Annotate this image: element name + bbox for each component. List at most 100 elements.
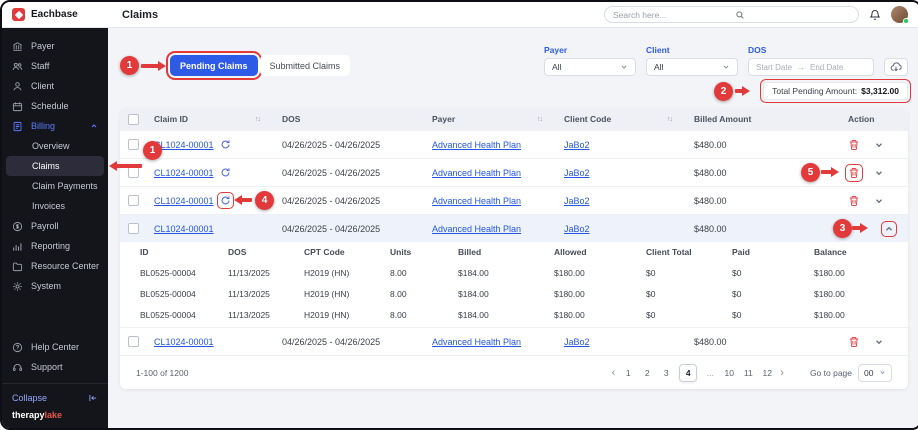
refresh-icon[interactable]: [220, 139, 231, 150]
sort-icon[interactable]: ↑↓: [537, 116, 542, 123]
chevron-down-icon: [879, 369, 886, 376]
payer-filter-select[interactable]: All: [544, 58, 636, 76]
client-filter-select[interactable]: All: [646, 58, 738, 76]
client-code-link[interactable]: JaBo2: [564, 337, 590, 347]
client-code-link[interactable]: JaBo2: [564, 224, 590, 234]
page-number[interactable]: 2: [641, 368, 653, 378]
payroll-icon: [12, 221, 24, 232]
sidebar-item-system[interactable]: System: [2, 276, 108, 296]
row-checkbox[interactable]: [128, 336, 139, 347]
user-avatar[interactable]: [891, 6, 908, 23]
claims-tabbar: Pending Claims Submitted Claims: [170, 55, 350, 76]
payer-link[interactable]: Advanced Health Plan: [432, 224, 521, 234]
refresh-icon[interactable]: [220, 195, 231, 206]
dos-date-range-input[interactable]: Start Date → End Date: [748, 58, 874, 76]
page-number[interactable]: 1: [622, 368, 634, 378]
help-icon: [12, 342, 24, 353]
calendar-icon: [12, 101, 24, 112]
sidebar-item-overview[interactable]: Overview: [2, 136, 108, 156]
row-checkbox[interactable]: [128, 167, 139, 178]
sort-icon[interactable]: ↑↓: [255, 116, 260, 123]
staff-icon: [12, 61, 24, 72]
sidebar-item-reporting[interactable]: Reporting: [2, 236, 108, 256]
sidebar-item-claim-payments[interactable]: Claim Payments: [2, 176, 108, 196]
row-checkbox[interactable]: [128, 195, 139, 206]
delete-button[interactable]: [848, 195, 860, 207]
payer-link[interactable]: Advanced Health Plan: [432, 196, 521, 206]
claim-id-link[interactable]: CL1024-00001: [154, 196, 214, 206]
payer-filter-group: Payer All: [544, 45, 636, 76]
table-row: CL1024-00001 04/26/2025 - 04/26/2025 Adv…: [120, 327, 908, 355]
sidebar-item-payer[interactable]: Payer: [2, 36, 108, 56]
page-number[interactable]: 10: [723, 368, 735, 378]
trash-icon: [848, 167, 860, 179]
delete-button[interactable]: [848, 336, 860, 348]
claims-table: Claim ID ↑↓ DOS Payer ↑↓ Client Code ↑↓ …: [120, 108, 908, 389]
client-code-link[interactable]: JaBo2: [564, 168, 590, 178]
page-number[interactable]: 11: [742, 368, 754, 378]
prev-page-button[interactable]: ‹: [612, 367, 616, 379]
row-checkbox[interactable]: [128, 139, 139, 150]
expand-row-button[interactable]: [874, 337, 884, 347]
client-code-link[interactable]: JaBo2: [564, 196, 590, 206]
expand-row-button[interactable]: [874, 140, 884, 150]
sub-table-row: BL0525-0000411/13/2025 H2019 (HN)8.00 $1…: [140, 304, 908, 325]
tab-pending-claims[interactable]: Pending Claims: [170, 55, 258, 76]
sidebar-item-support[interactable]: Support: [2, 357, 108, 377]
main-content: Pending Claims Submitted Claims Payer Al…: [108, 28, 918, 428]
select-all-checkbox[interactable]: [128, 114, 139, 125]
headset-icon: [12, 362, 24, 373]
page-title: Claims: [108, 9, 158, 21]
sub-table-row: BL0525-0000411/13/2025 H2019 (HN)8.00 $1…: [140, 262, 908, 283]
expanded-claim-details: ID DOS CPT Code Units Billed Allowed Cli…: [120, 242, 908, 327]
collapse-sidebar-button[interactable]: Collapse: [2, 388, 108, 408]
page-number[interactable]: 3: [660, 368, 672, 378]
sidebar-item-resource-center[interactable]: Resource Center: [2, 256, 108, 276]
sidebar-item-schedule[interactable]: Schedule: [2, 96, 108, 116]
payer-link[interactable]: Advanced Health Plan: [432, 337, 521, 347]
sidebar-item-claims[interactable]: Claims: [6, 156, 104, 176]
page-ellipsis: ...: [704, 368, 716, 378]
next-page-button[interactable]: ›: [780, 367, 784, 379]
search-input[interactable]: Search here...: [604, 6, 859, 23]
total-pending-value: $3,312.00: [861, 86, 899, 96]
tab-submitted-claims[interactable]: Submitted Claims: [260, 55, 351, 76]
payer-link[interactable]: Advanced Health Plan: [432, 140, 521, 150]
refresh-icon[interactable]: [220, 167, 231, 178]
sidebar-item-client[interactable]: Client: [2, 76, 108, 96]
page-number-active[interactable]: 4: [679, 364, 697, 382]
payer-link[interactable]: Advanced Health Plan: [432, 168, 521, 178]
claim-id-link[interactable]: CL1024-00001: [154, 168, 214, 178]
online-status-dot: [903, 18, 909, 24]
expand-row-button[interactable]: [874, 168, 884, 178]
sidebar-item-invoices[interactable]: Invoices: [2, 196, 108, 216]
result-range: 1-100 of 1200: [136, 368, 188, 378]
sidebar-item-billing[interactable]: Billing: [2, 116, 108, 136]
page-number[interactable]: 12: [761, 368, 773, 378]
row-checkbox[interactable]: [128, 223, 139, 234]
goto-page-select[interactable]: 00: [858, 364, 892, 382]
topbar: Eachbase Claims Search here...: [2, 2, 918, 28]
export-download-button[interactable]: [884, 58, 908, 76]
chevron-down-icon: [874, 140, 884, 150]
sidebar-item-payroll[interactable]: Payroll: [2, 216, 108, 236]
claim-id-link[interactable]: CL1024-00001: [154, 224, 214, 234]
sidebar-item-staff[interactable]: Staff: [2, 56, 108, 76]
delete-button[interactable]: [848, 167, 860, 179]
expand-row-button[interactable]: [874, 196, 884, 206]
claim-id-link[interactable]: CL1024-00001: [154, 337, 214, 347]
table-row-expanded: CL1024-00001 04/26/2025 - 04/26/2025 Adv…: [120, 214, 908, 242]
dos-filter-label: DOS: [748, 45, 874, 55]
collapse-row-button[interactable]: [884, 224, 894, 234]
sort-icon[interactable]: ↑↓: [667, 116, 672, 123]
table-row: CL1024-00001 04/26/2025 - 04/26/2025 Adv…: [120, 130, 908, 158]
chevron-down-icon: [874, 168, 884, 178]
delete-button[interactable]: [848, 139, 860, 151]
claim-id-link[interactable]: CL1024-00001: [154, 140, 214, 150]
client-code-link[interactable]: JaBo2: [564, 140, 590, 150]
bell-icon[interactable]: [869, 9, 881, 21]
collapse-icon: [88, 393, 98, 403]
sidebar-item-help-center[interactable]: Help Center: [2, 337, 108, 357]
search-icon[interactable]: [735, 10, 851, 20]
chevron-down-icon: [620, 63, 628, 71]
